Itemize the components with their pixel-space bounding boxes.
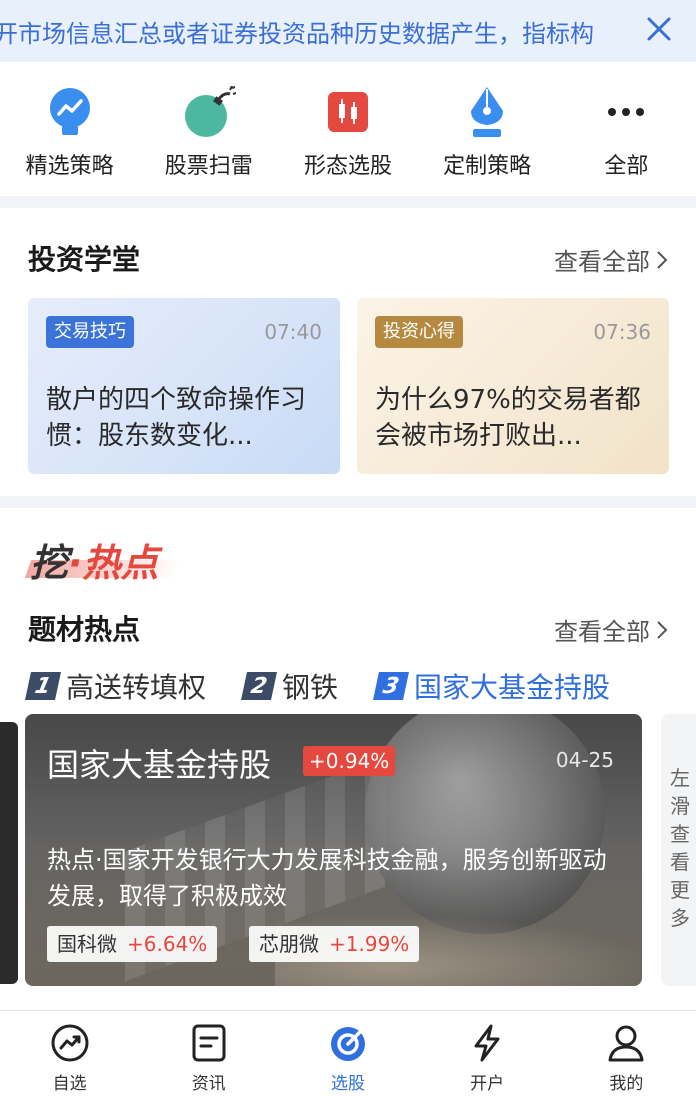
rank-tab[interactable]: 3 国家大基金持股: [373, 666, 611, 706]
notice-text: 开市场信息汇总或者证券投资品种历史数据产生，指标构: [0, 20, 594, 48]
tool-stock-minesweep[interactable]: 股票扫雷: [139, 62, 278, 196]
close-icon[interactable]: [642, 12, 676, 46]
see-all-label: 查看全部: [554, 618, 650, 646]
banner-date: 04-25: [555, 748, 614, 772]
brand-part-1: 挖: [30, 541, 69, 585]
tab-label: 资讯: [191, 1074, 226, 1094]
chevron-right-icon: [657, 620, 668, 639]
tab-label: 开户: [470, 1074, 505, 1094]
hot-brand-logo: 挖·热点: [30, 532, 158, 587]
stock-change: +6.64%: [127, 932, 208, 956]
rank-tab[interactable]: 2 钢铁: [241, 666, 339, 706]
trend-circle-icon: [51, 1024, 89, 1062]
stock-name: 国科微: [57, 932, 117, 956]
more-dots-icon: [598, 84, 654, 140]
bomb-icon: [181, 84, 237, 140]
see-all-link[interactable]: 查看全部: [554, 242, 668, 277]
investment-academy: 投资学堂 查看全部 交易技巧 07:40 散户的四个致命操作习惯：股东数变化..…: [0, 208, 696, 496]
stock-chip[interactable]: 芯朋微 +1.99%: [249, 926, 420, 962]
stock-name: 芯朋微: [259, 932, 319, 956]
tab-label: 自选: [52, 1074, 87, 1094]
chevron-right-icon: [657, 250, 668, 269]
rank-number: 2: [241, 672, 277, 700]
article-card[interactable]: 交易技巧 07:40 散户的四个致命操作习惯：股东数变化...: [28, 298, 340, 474]
tool-pattern-pick[interactable]: 形态选股: [278, 62, 417, 196]
tab-label: 选股: [330, 1074, 365, 1094]
rank-label: 钢铁: [282, 671, 339, 704]
tool-label: 定制策略: [443, 154, 532, 179]
tab-stock-picker[interactable]: 选股: [278, 1011, 417, 1096]
tool-custom-strategy[interactable]: 定制策略: [418, 62, 557, 196]
topic-rank-tabs: 1 高送转填权 2 钢铁 3 国家大基金持股: [25, 666, 648, 706]
section-title: 题材热点: [28, 613, 141, 646]
article-title: 散户的四个致命操作习惯：股东数变化...: [46, 385, 307, 451]
tab-mine[interactable]: 我的: [557, 1011, 696, 1096]
article-tag: 交易技巧: [46, 316, 134, 348]
tool-selected-strategy[interactable]: 精选策略: [0, 62, 139, 196]
document-icon: [192, 1024, 226, 1062]
tool-label: 形态选股: [303, 154, 392, 179]
tool-all[interactable]: 全部: [557, 62, 696, 196]
pen-nib-icon: [459, 84, 515, 140]
swipe-hint: 左滑查看更多: [670, 766, 690, 930]
section-title: 投资学堂: [28, 243, 141, 276]
topic-banner[interactable]: 国家大基金持股 +0.94% 04-25 热点·国家开发银行大力发展科技金融，服…: [25, 714, 642, 986]
see-all-link[interactable]: 查看全部: [554, 612, 668, 647]
brand-part-2: ·热点: [68, 541, 159, 585]
tool-label: 精选策略: [25, 154, 114, 179]
notice-bar[interactable]: 开市场信息汇总或者证券投资品种历史数据产生，指标构: [0, 0, 696, 62]
rank-number: 3: [373, 672, 410, 700]
tab-open-account[interactable]: 开户: [418, 1011, 557, 1096]
tool-label: 股票扫雷: [164, 154, 253, 179]
bottom-tab-bar: 自选 资讯 选股 开户 我的: [0, 1010, 696, 1096]
article-tag: 投资心得: [375, 316, 463, 348]
hot-topics: 挖·热点 题材热点 查看全部 1 高送转填权 2 钢铁 3 国家大基金持股 国家…: [0, 508, 696, 1010]
see-all-label: 查看全部: [554, 248, 650, 276]
bulb-chart-icon: [42, 84, 98, 140]
tab-label: 我的: [609, 1074, 644, 1094]
rank-label: 高送转填权: [66, 671, 207, 704]
banner-change-badge: +0.94%: [303, 746, 396, 776]
article-time: 07:40: [264, 320, 322, 344]
article-title: 为什么97%的交易者都会被市场打败出...: [375, 385, 641, 451]
lightning-icon: [474, 1024, 500, 1062]
rank-tab[interactable]: 1 高送转填权: [25, 666, 207, 706]
user-icon: [608, 1025, 644, 1062]
article-card[interactable]: 投资心得 07:36 为什么97%的交易者都会被市场打败出...: [357, 298, 669, 474]
tool-label: 全部: [604, 154, 649, 179]
stock-change: +1.99%: [329, 932, 410, 956]
tab-watchlist[interactable]: 自选: [0, 1011, 139, 1096]
rank-label: 国家大基金持股: [414, 671, 611, 704]
quick-tools: 精选策略 股票扫雷 形态选股 定制策略 全部: [0, 62, 696, 196]
rank-number: 1: [25, 672, 61, 700]
tab-news[interactable]: 资讯: [139, 1011, 278, 1096]
target-icon: [330, 1025, 365, 1061]
candlestick-icon: [320, 84, 376, 140]
stock-chip[interactable]: 国科微 +6.64%: [47, 926, 218, 962]
banner-description: 热点·国家开发银行大力发展科技金融，服务创新驱动发展，取得了积极成效: [47, 846, 607, 910]
prev-banner-peek[interactable]: [0, 722, 18, 984]
banner-title: 国家大基金持股: [47, 746, 272, 784]
article-time: 07:36: [593, 320, 651, 344]
